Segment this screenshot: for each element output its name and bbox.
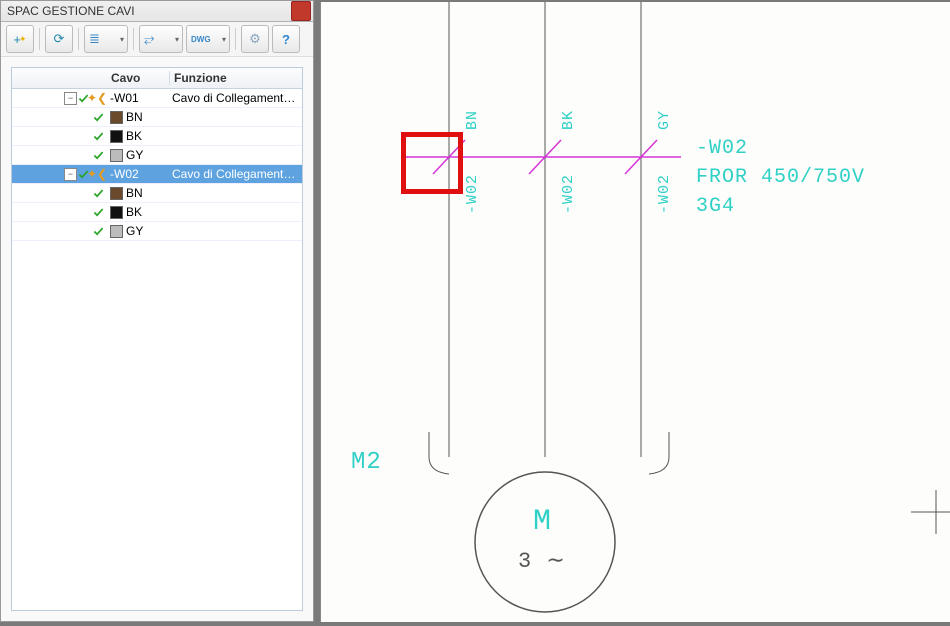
tree-header: Cavo Funzione — [12, 68, 302, 89]
conductor-row[interactable]: GY — [12, 222, 302, 241]
check-icon — [93, 150, 104, 161]
check-icon — [93, 207, 104, 218]
toolbar-separator — [133, 28, 134, 50]
conductor-name: BK — [106, 205, 168, 219]
dwg-button[interactable]: DWG — [186, 25, 230, 53]
conductor-name: GY — [106, 224, 168, 238]
check-icon — [93, 131, 104, 142]
highlight-box — [401, 132, 463, 194]
cable-icon: ✦❮ — [90, 92, 104, 104]
expand-toggle[interactable]: − — [64, 168, 77, 181]
cable-function: Cavo di Collegamento Mot — [168, 91, 302, 105]
cable-row[interactable]: − ✦❮-W02Cavo di Collegamento Mot — [12, 165, 302, 184]
color-swatch — [110, 149, 123, 162]
motor-phase: 3 ∼ — [518, 547, 566, 577]
cable-tree[interactable]: Cavo Funzione −✦❮-W01Cavo di Collegament… — [11, 67, 303, 611]
conductor-row[interactable]: BK — [12, 127, 302, 146]
conductor-row[interactable]: BN — [12, 184, 302, 203]
color-swatch — [110, 111, 123, 124]
conductor-name: BN — [106, 186, 168, 200]
refresh-button[interactable]: ⟳ — [45, 25, 73, 53]
panel-badge-icon[interactable] — [291, 1, 311, 21]
toolbar-separator — [39, 28, 40, 50]
check-icon — [93, 226, 104, 237]
settings-button[interactable]: ⚙ — [241, 25, 269, 53]
wire-id-label: -W02 — [464, 174, 481, 214]
drawing-canvas[interactable]: BN BK GY -W02 -W02 -W02 -W02 FROR 450/75… — [320, 2, 950, 622]
cable-icon: ✦❮ — [90, 168, 104, 180]
conductor-row[interactable]: GY — [12, 146, 302, 165]
wire-color-label: GY — [656, 110, 673, 130]
add-button[interactable]: +✦ — [6, 25, 34, 53]
panel-toolbar: +✦ ⟳ ≣ ⥂ DWG ⚙ ? — [1, 22, 313, 57]
wire-color-label: BK — [560, 110, 577, 130]
cable-annotation: -W02 FROR 450/750V 3G4 — [696, 134, 865, 221]
toolbar-separator — [78, 28, 79, 50]
conductor-name: BN — [106, 110, 168, 124]
conductor-row[interactable]: BN — [12, 108, 302, 127]
cable-name: -W01 — [106, 91, 168, 105]
color-swatch — [110, 206, 123, 219]
conductor-name: GY — [106, 148, 168, 162]
wire-id-label: -W02 — [656, 174, 673, 214]
motor-reference: M2 — [351, 447, 382, 479]
cable-function: Cavo di Collegamento Mot — [168, 167, 302, 181]
motor-letter: M — [533, 502, 552, 543]
cable-name: -W02 — [106, 167, 168, 181]
color-swatch — [110, 225, 123, 238]
col-header-cavo[interactable]: Cavo — [107, 71, 170, 85]
check-icon — [93, 112, 104, 123]
color-swatch — [110, 187, 123, 200]
wire-id-label: -W02 — [560, 174, 577, 214]
panel-title: SPAC GESTIONE CAVI — [7, 4, 135, 18]
cable-manager-panel: SPAC GESTIONE CAVI +✦ ⟳ ≣ ⥂ DWG ⚙ ? Cavo… — [0, 0, 314, 622]
expand-toggle[interactable]: − — [64, 92, 77, 105]
wire-color-label: BN — [464, 110, 481, 130]
toolbar-separator — [235, 28, 236, 50]
conductor-name: BK — [106, 129, 168, 143]
conductor-row[interactable]: BK — [12, 203, 302, 222]
list-button[interactable]: ≣ — [84, 25, 128, 53]
help-button[interactable]: ? — [272, 25, 300, 53]
check-icon — [93, 188, 104, 199]
panel-title-bar[interactable]: SPAC GESTIONE CAVI — [1, 1, 313, 22]
cable-row[interactable]: − ✦❮-W01Cavo di Collegamento Mot — [12, 89, 302, 108]
link-button[interactable]: ⥂ — [139, 25, 183, 53]
col-header-funzione[interactable]: Funzione — [170, 71, 302, 85]
color-swatch — [110, 130, 123, 143]
